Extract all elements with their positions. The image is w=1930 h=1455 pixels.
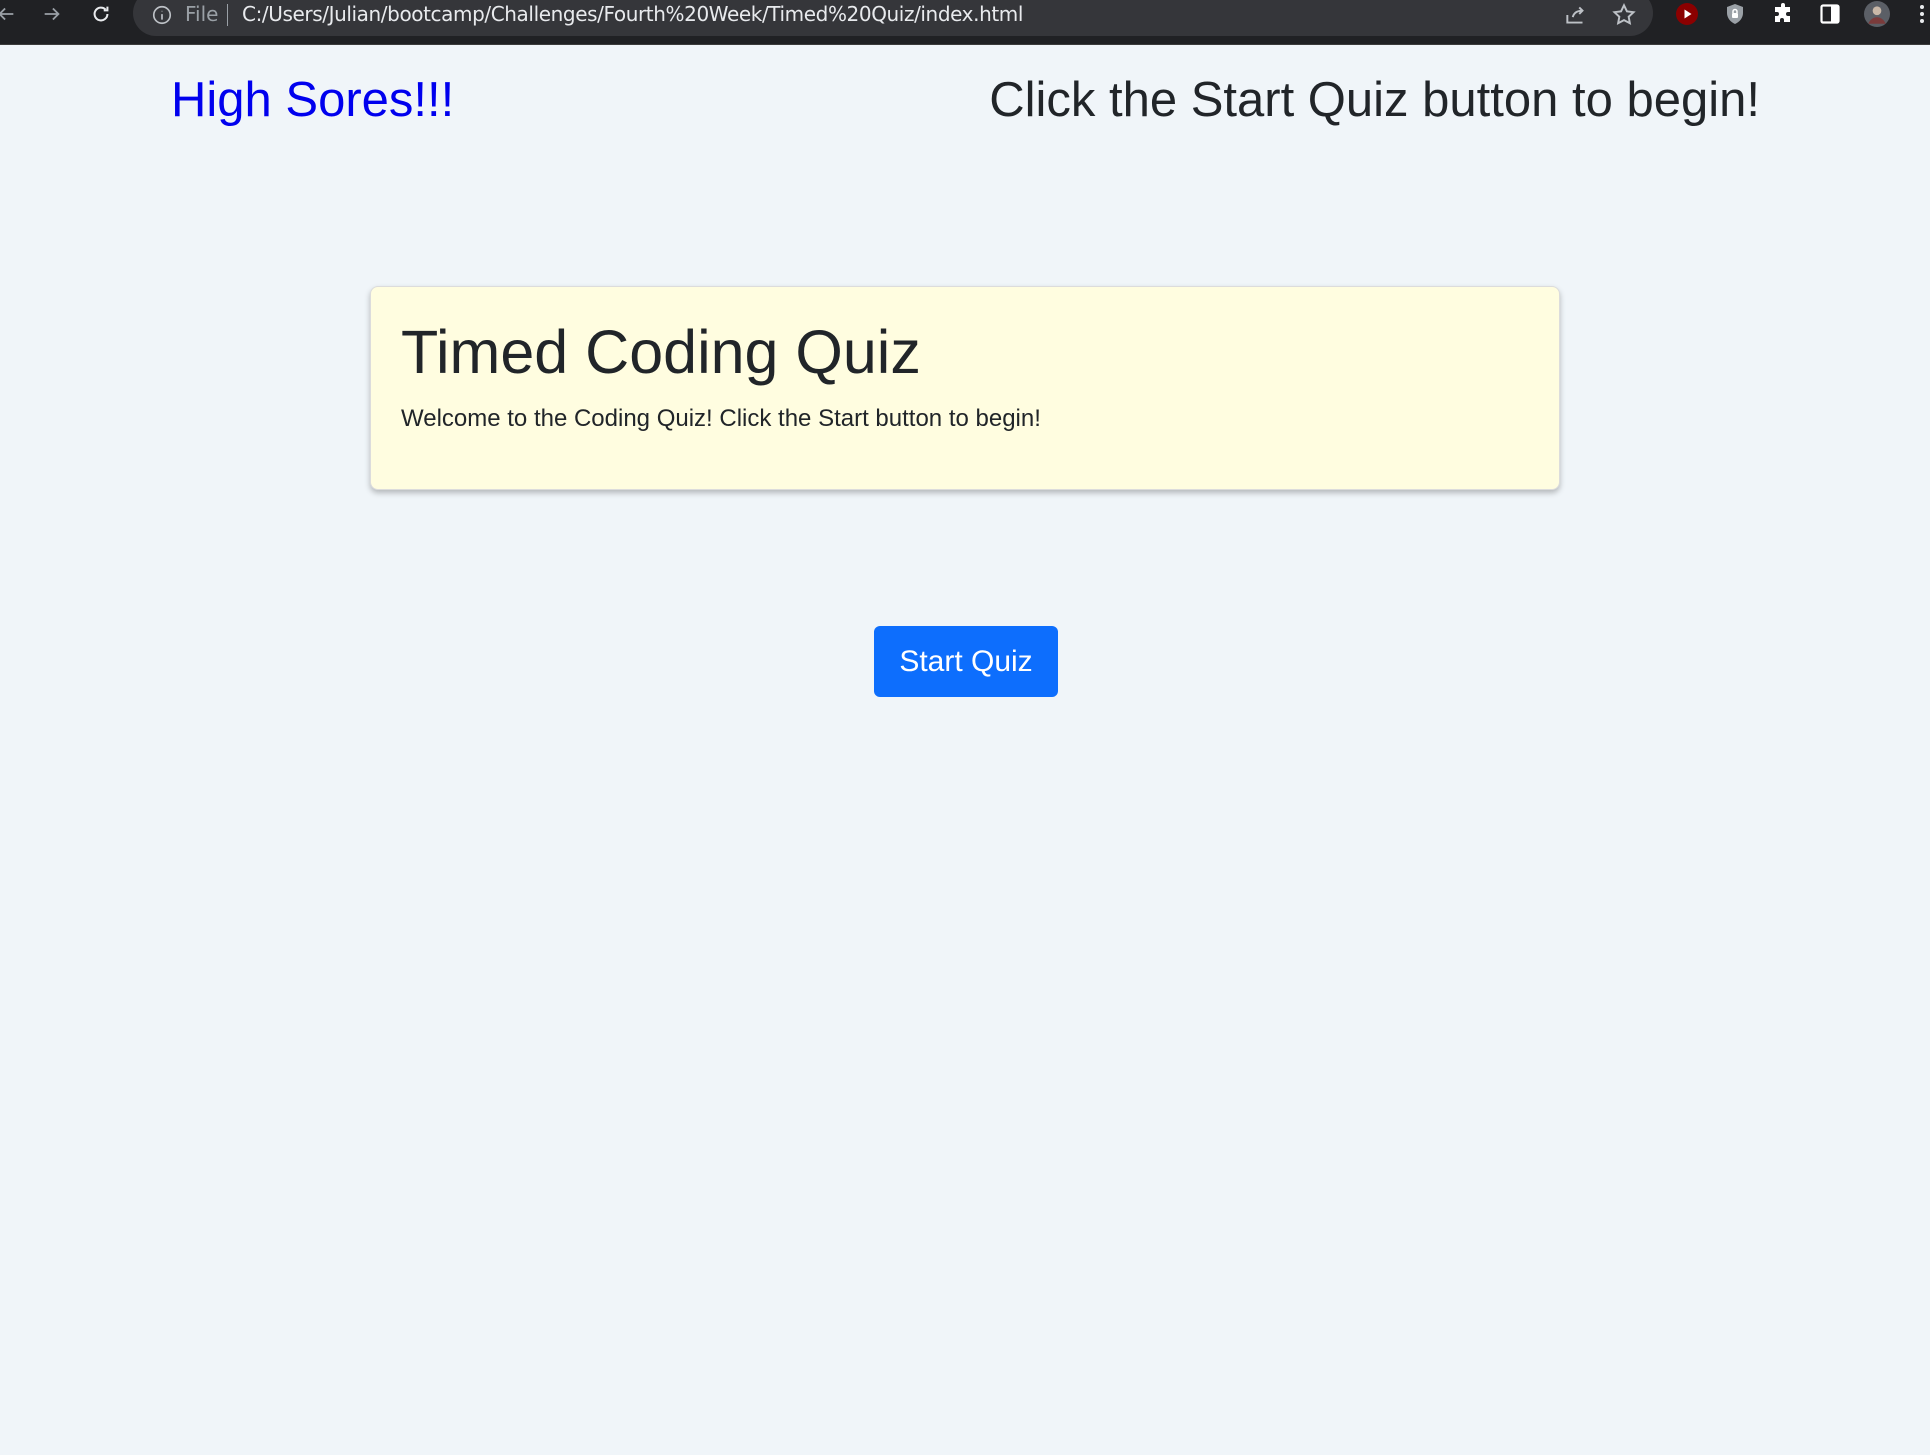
address-bar[interactable]: File C:/Users/Julian/bootcamp/Challenges…	[133, 0, 1653, 36]
start-quiz-button[interactable]: Start Quiz	[874, 626, 1058, 697]
quiz-welcome-text: Welcome to the Coding Quiz! Click the St…	[401, 405, 1041, 432]
high-scores-link[interactable]: High Sores!!!	[171, 72, 454, 128]
url-text[interactable]: C:/Users/Julian/bootcamp/Challenges/Four…	[242, 2, 1023, 26]
side-panel-icon[interactable]	[1817, 1, 1843, 27]
share-icon[interactable]	[1563, 2, 1589, 28]
youtube-extension-icon[interactable]	[1674, 1, 1700, 27]
quiz-intro-card: Timed Coding Quiz Welcome to the Coding …	[370, 286, 1560, 490]
address-separator	[227, 4, 228, 26]
info-icon[interactable]	[151, 4, 173, 26]
forward-icon[interactable]	[38, 0, 66, 28]
browser-toolbar: File C:/Users/Julian/bootcamp/Challenges…	[0, 0, 1930, 45]
instructions-text: Click the Start Quiz button to begin!	[989, 73, 1760, 127]
back-icon[interactable]	[0, 0, 20, 28]
reload-icon[interactable]	[87, 0, 115, 28]
menu-icon[interactable]	[1914, 1, 1930, 27]
profile-avatar[interactable]	[1864, 1, 1890, 27]
scheme-label: File	[185, 2, 219, 26]
extensions-puzzle-icon[interactable]	[1770, 1, 1796, 27]
quiz-title: Timed Coding Quiz	[401, 318, 921, 386]
shield-extension-icon[interactable]	[1722, 1, 1748, 27]
star-icon[interactable]	[1611, 2, 1637, 28]
